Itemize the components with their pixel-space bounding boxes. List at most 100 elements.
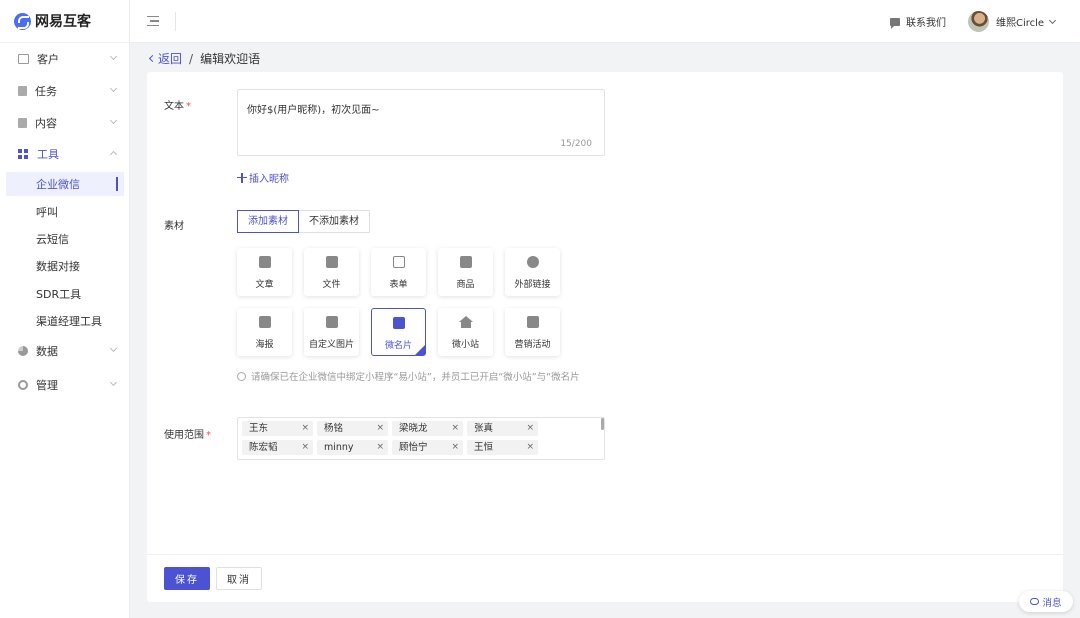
back-link[interactable]: 返回 — [148, 50, 182, 67]
scope-tag: 张真 × — [467, 421, 538, 436]
sidebar-item-content[interactable]: 内容 — [0, 110, 130, 136]
user-menu[interactable]: 维熙Circle — [968, 11, 1057, 32]
chevron-down-icon — [109, 344, 118, 353]
save-button[interactable]: 保存 — [164, 567, 210, 590]
sidebar-subitem-wecom[interactable]: 企业微信 — [6, 172, 124, 196]
char-counter: 15/200 — [560, 139, 592, 149]
scope-tag: 陈宏韬 × — [242, 440, 313, 455]
welcome-text-value: 你好$(用户昵称)，初次见面~ — [247, 105, 380, 116]
material-tile-external-link[interactable]: 外部链接 — [505, 248, 560, 296]
header-divider — [175, 12, 176, 31]
tag-label: 梁晓龙 — [399, 423, 428, 434]
sidebar-item-label: 工具 — [37, 148, 59, 161]
tag-scrollbar[interactable] — [601, 418, 604, 430]
add-material-option[interactable]: 添加素材 — [237, 210, 299, 233]
footer-divider — [147, 554, 1063, 555]
text-label: 文本 — [164, 101, 184, 112]
material-tile-file[interactable]: 文件 — [304, 248, 359, 296]
user-name: 维熙Circle — [996, 18, 1045, 29]
sidebar-item-label: 客户 — [37, 53, 59, 66]
menu-collapse-icon[interactable] — [147, 16, 159, 26]
chevron-down-icon — [1049, 16, 1057, 24]
image-icon — [325, 316, 338, 328]
tag-label: 王恒 — [474, 442, 494, 453]
tile-label: 微小站 — [451, 340, 479, 350]
sidebar-subitem-call[interactable]: 呼叫 — [6, 200, 124, 224]
tile-label: 自定义图片 — [308, 340, 354, 350]
contact-us-link[interactable]: 联系我们 — [890, 14, 946, 29]
edit-welcome-form: 文本 * 你好$(用户昵称)，初次见面~ 15/200 插入昵称 素材 添加素材 … — [147, 72, 1063, 602]
scope-tag: 杨铭 × — [317, 421, 388, 436]
logo[interactable]: 网易互客 — [0, 0, 129, 43]
sidebar-item-label: 任务 — [35, 85, 57, 98]
scope-tag: 梁晓龙 × — [392, 421, 463, 436]
close-icon[interactable]: × — [526, 440, 534, 455]
home-icon — [458, 316, 473, 328]
gift-icon — [526, 316, 539, 328]
tile-label: 营销活动 — [514, 340, 551, 350]
chevron-down-icon — [109, 52, 118, 61]
plus-icon — [237, 172, 247, 183]
tile-label: 微名片 — [384, 341, 412, 351]
close-icon[interactable]: × — [301, 440, 309, 455]
logo-icon — [14, 12, 31, 30]
sidebar-item-label: 内容 — [35, 117, 57, 130]
required-mark: * — [206, 430, 211, 441]
sidebar-item-customers[interactable]: 客户 — [0, 46, 130, 72]
material-tile-form[interactable]: 表单 — [371, 248, 426, 296]
binding-hint: 请确保已在企业微信中绑定小程序“易小站”，并员工已开启“微小站”与“微名片 — [237, 370, 607, 385]
material-tile-poster[interactable]: 海报 — [237, 308, 292, 356]
material-tile-business-card[interactable]: 微名片 — [371, 308, 426, 356]
logo-text: 网易互客 — [35, 14, 91, 30]
insert-nickname-label: 插入昵称 — [249, 174, 289, 185]
hint-text: 请确保已在企业微信中绑定小程序“易小站”，并员工已开启“微小站”与“微名片 — [251, 372, 580, 383]
sidebar-item-data[interactable]: 数据 — [0, 338, 130, 364]
material-tile-mini-site[interactable]: 微小站 — [438, 308, 493, 356]
sidebar-item-label: 数据 — [36, 345, 58, 358]
cancel-button[interactable]: 取消 — [216, 567, 262, 590]
document-icon — [18, 118, 27, 128]
scope-tag-input[interactable]: 王东 × 杨铭 × 梁晓龙 × 张真 × 陈宏韬 × minny × 顾怡宁 × 王恒 × — [237, 417, 605, 460]
sidebar-subitem-sms[interactable]: 云短信 — [6, 227, 124, 251]
top-header: 联系我们 维熙Circle — [130, 0, 1080, 43]
insert-nickname-button[interactable]: 插入昵称 — [237, 170, 289, 185]
scope-field-label: 使用范围 * — [164, 426, 211, 441]
contact-us-label: 联系我们 — [906, 18, 946, 29]
poster-icon — [258, 316, 271, 328]
material-tile-custom-image[interactable]: 自定义图片 — [304, 308, 359, 356]
material-tile-product[interactable]: 商品 — [438, 248, 493, 296]
tile-label: 文章 — [255, 280, 274, 290]
tag-label: 杨铭 — [324, 423, 344, 434]
sidebar-item-tasks[interactable]: 任务 — [0, 78, 130, 104]
chevron-up-icon — [109, 150, 118, 159]
material-tile-marketing-event[interactable]: 营销活动 — [505, 308, 560, 356]
checkbox-form-icon — [392, 256, 405, 268]
sidebar-subitem-channel-manager[interactable]: 渠道经理工具 — [6, 309, 124, 333]
sidebar-subitem-sdr[interactable]: SDR工具 — [6, 282, 124, 306]
sidebar-item-admin[interactable]: 管理 — [0, 372, 130, 398]
text-field-label: 文本 * — [164, 97, 191, 112]
close-icon[interactable]: × — [376, 440, 384, 455]
material-tile-article[interactable]: 文章 — [237, 248, 292, 296]
sidebar-item-label: 管理 — [36, 379, 58, 392]
chat-icon — [890, 17, 900, 29]
message-widget[interactable]: 消息 — [1019, 591, 1073, 612]
close-icon[interactable]: × — [301, 421, 309, 436]
tile-label: 文件 — [322, 280, 341, 290]
sidebar-item-tools[interactable]: 工具 — [0, 141, 130, 167]
no-material-option[interactable]: 不添加素材 — [299, 210, 370, 233]
message-label: 消息 — [1042, 597, 1062, 609]
tile-label: 商品 — [456, 280, 475, 290]
close-icon[interactable]: × — [451, 440, 459, 455]
id-card-icon — [18, 54, 29, 64]
sidebar-subitem-data-integration[interactable]: 数据对接 — [6, 254, 124, 278]
welcome-text-input[interactable]: 你好$(用户昵称)，初次见面~ 15/200 — [237, 89, 605, 156]
scope-tag: minny × — [317, 440, 388, 455]
scope-label: 使用范围 — [164, 430, 204, 441]
close-icon[interactable]: × — [526, 421, 534, 436]
tag-label: 王东 — [249, 423, 269, 434]
avatar — [968, 11, 989, 32]
scope-tag: 王东 × — [242, 421, 313, 436]
close-icon[interactable]: × — [451, 421, 459, 436]
close-icon[interactable]: × — [376, 421, 384, 436]
